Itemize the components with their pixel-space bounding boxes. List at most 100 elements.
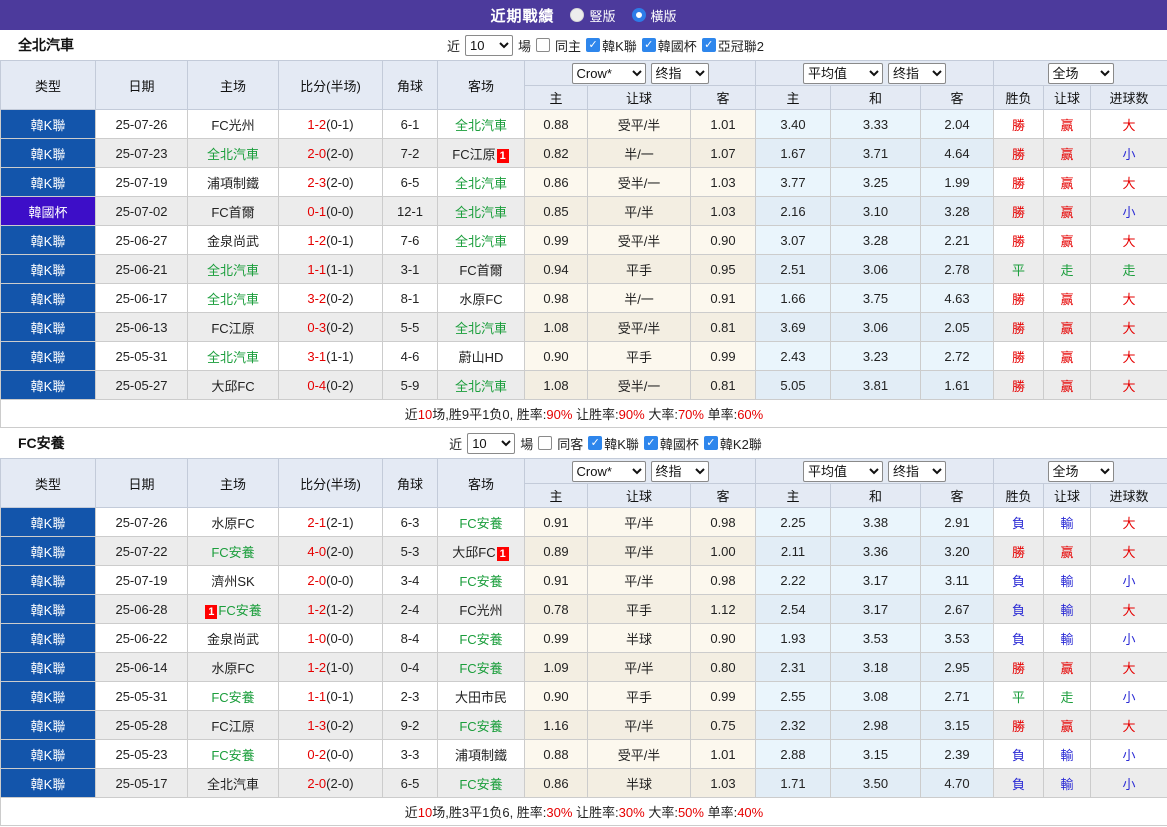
league-type-cell: 韓K聯	[0, 138, 96, 168]
red-card-badge: 1	[205, 604, 218, 619]
handicap-home-odds: 0.90	[524, 341, 588, 371]
team-label: 水原FC	[211, 660, 255, 676]
league-filter-2[interactable]: ✓ 韓國杯	[641, 36, 697, 55]
europe-home-odds: 1.93	[755, 623, 831, 653]
away-team-cell: 全北汽車	[437, 196, 525, 226]
full-time-score: 0-1	[307, 203, 327, 219]
match-row: 韓K聯 25-07-19 濟州SK 2-0(0-0) 3-4 FC安養 0.91 平/半 0.9…	[0, 565, 1167, 595]
europe-away-odds: 1.61	[920, 370, 994, 400]
corner-cell: 2-3	[382, 681, 438, 711]
recent-count-select[interactable]: 10	[467, 432, 516, 454]
checkbox-checked-icon[interactable]: ✓	[588, 436, 603, 450]
home-team-cell: 水原FC	[187, 507, 279, 537]
league-filter-1[interactable]: ✓ 韓K聯	[586, 36, 637, 55]
result-goals: 大	[1089, 109, 1167, 139]
col-type-header: 类型	[0, 60, 96, 110]
recent-count-select[interactable]: 10	[465, 34, 514, 56]
team-label: FC安養	[211, 689, 255, 705]
result-goals: 大	[1089, 536, 1167, 566]
match-date: 25-06-14	[95, 652, 188, 682]
summary-text: 单率:	[703, 805, 738, 820]
sub-result-header: 胜负	[993, 483, 1044, 508]
team-label: FC安養	[459, 515, 503, 531]
europe-away-odds: 2.21	[920, 225, 994, 255]
checkbox-checked-icon[interactable]: ✓	[701, 38, 716, 52]
home-team-cell: 水原FC	[187, 652, 279, 682]
score-cell: 2-1(2-1)	[278, 507, 383, 537]
league-type-cell: 韓K聯	[0, 565, 96, 595]
final-odds-select[interactable]: 终指	[888, 62, 946, 84]
same-venue-checkbox[interactable]	[536, 38, 551, 52]
checkbox-checked-icon[interactable]: ✓	[703, 436, 718, 450]
handicap-line: 受半/一	[587, 167, 691, 197]
europe-draw-odds: 3.06	[830, 312, 921, 342]
handicap-line: 平/半	[587, 652, 691, 682]
result-goals: 大	[1089, 652, 1167, 682]
europe-home-odds: 3.77	[755, 167, 831, 197]
checkbox-checked-icon[interactable]: ✓	[643, 436, 658, 450]
score-cell: 2-0(2-0)	[278, 138, 383, 168]
result-goals: 大	[1089, 312, 1167, 342]
handicap-away-odds: 1.01	[690, 739, 756, 769]
result-outcome: 勝	[993, 536, 1044, 566]
league-type-cell: 韓K聯	[0, 312, 96, 342]
league-filter-3[interactable]: ✓ 亞冠聯2	[701, 36, 764, 55]
europe-draw-odds: 3.10	[830, 196, 921, 226]
corner-cell: 8-4	[382, 623, 438, 653]
result-handicap: 赢	[1043, 196, 1091, 226]
europe-home-odds: 5.05	[755, 370, 831, 400]
handicap-line: 平手	[587, 681, 691, 711]
away-team-cell: FC安養	[437, 623, 525, 653]
final-odds-select[interactable]: 终指	[650, 460, 709, 482]
europe-away-odds: 2.04	[920, 109, 994, 139]
handicap-away-odds: 0.95	[690, 254, 756, 284]
europe-away-odds: 2.72	[920, 341, 994, 371]
result-outcome: 勝	[993, 225, 1044, 255]
team-label: FC安養	[459, 776, 503, 792]
europe-away-odds: 2.91	[920, 507, 994, 537]
corner-cell: 8-1	[382, 283, 438, 313]
team-label: 浦項制鐵	[454, 747, 507, 763]
team-label: 全北汽車	[206, 262, 259, 278]
checkbox-checked-icon[interactable]: ✓	[586, 38, 601, 52]
half-time-score: (2-1)	[326, 514, 354, 530]
handicap-home-odds: 0.98	[524, 283, 588, 313]
summary-text: 场,胜3平1负6, 胜率:	[432, 805, 547, 820]
score-cell: 0-3(0-2)	[278, 312, 383, 342]
result-outcome: 負	[993, 768, 1044, 798]
away-team-cell: 全北汽車	[437, 225, 525, 255]
full-match-select[interactable]: 全场	[1047, 62, 1114, 84]
league-filter-1[interactable]: ✓ 韓K聯	[588, 434, 639, 453]
corner-cell: 3-4	[382, 565, 438, 595]
result-outcome: 負	[993, 565, 1044, 595]
home-team-cell: 全北汽車	[187, 768, 279, 798]
full-match-select[interactable]: 全场	[1047, 460, 1114, 482]
league-filter-3[interactable]: ✓ 韓K2聯	[703, 434, 762, 453]
europe-away-odds: 3.28	[920, 196, 994, 226]
same-venue-label: 同主	[555, 38, 582, 54]
radio-horizontal-layout[interactable]: 橫版	[631, 6, 677, 25]
league-type-cell: 韓K聯	[0, 536, 96, 566]
bookmaker-select[interactable]: Crow*	[571, 62, 646, 84]
final-odds-select[interactable]: 终指	[888, 460, 946, 482]
match-row: 韓K聯 25-06-28 1 FC安養 1-2(1-2) 2-4 FC光州 0.78 平手 1.1…	[0, 594, 1167, 624]
same-venue-checkbox[interactable]	[538, 436, 553, 450]
handicap-home-odds: 0.78	[524, 594, 588, 624]
average-select[interactable]: 平均值	[803, 62, 883, 84]
result-outcome: 負	[993, 739, 1044, 769]
radio-on-icon[interactable]	[631, 8, 646, 22]
league-filter-2[interactable]: ✓ 韓國杯	[643, 434, 699, 453]
handicap-away-odds: 1.07	[690, 138, 756, 168]
europe-draw-odds: 3.15	[830, 739, 921, 769]
bookmaker-select[interactable]: Crow*	[571, 460, 646, 482]
europe-away-odds: 2.71	[920, 681, 994, 711]
team-label: 浦項制鐵	[206, 175, 259, 191]
average-select[interactable]: 平均值	[803, 460, 883, 482]
checkbox-checked-icon[interactable]: ✓	[641, 38, 656, 52]
radio-off-icon[interactable]	[570, 8, 585, 22]
handicap-home-odds: 0.82	[524, 138, 588, 168]
final-odds-select[interactable]: 终指	[650, 62, 709, 84]
half-time-score: (0-0)	[326, 630, 354, 646]
radio-vertical-layout[interactable]: 豎版	[570, 6, 616, 25]
filter-bar: 全北汽車 近 10 場 同主 ✓ 韓K聯 ✓ 韓國杯 ✓ 亞冠聯2	[0, 30, 1167, 60]
